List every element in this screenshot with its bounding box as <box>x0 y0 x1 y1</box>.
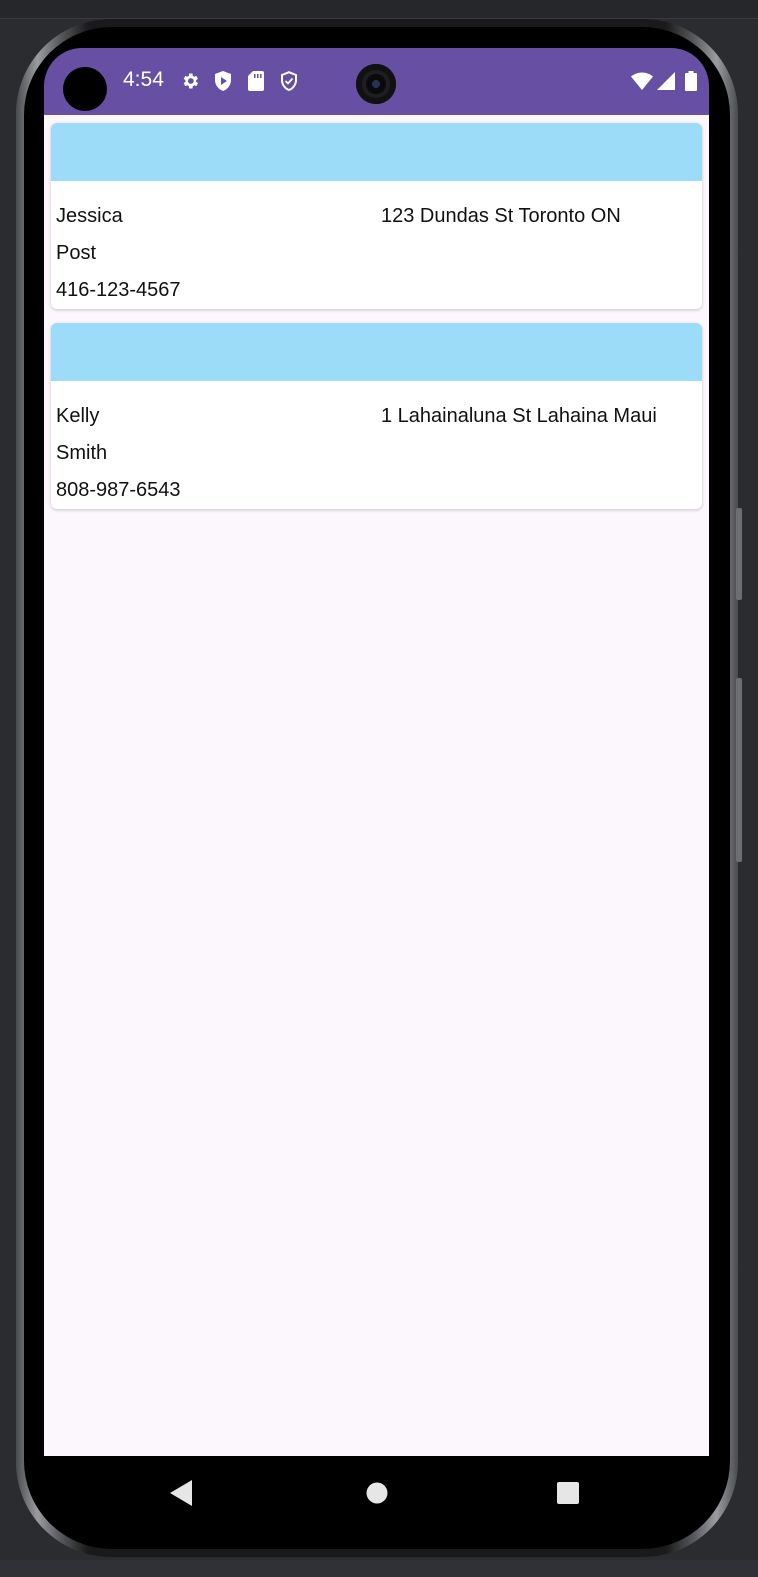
contact-card[interactable]: Jessica Post 416-123-4567 123 Dundas St … <box>51 123 702 309</box>
settings-icon <box>179 70 201 92</box>
contact-list[interactable]: Jessica Post 416-123-4567 123 Dundas St … <box>44 115 709 1456</box>
contact-card-header <box>51 123 702 181</box>
emulator-bottom-strip <box>0 1560 758 1577</box>
emulator-top-strip <box>0 0 758 19</box>
recents-icon[interactable] <box>553 1478 583 1508</box>
home-icon[interactable] <box>362 1478 392 1508</box>
contact-card-header <box>51 323 702 381</box>
back-icon[interactable] <box>167 1478 197 1508</box>
front-camera <box>356 64 396 104</box>
device-screen: 4:54 Jessica Post 416-123-4567 123 Dunda… <box>44 48 709 1528</box>
status-bar: 4:54 <box>44 48 709 115</box>
battery-icon <box>680 70 702 92</box>
contact-last-name: Smith <box>56 442 108 464</box>
power-button[interactable] <box>736 508 742 600</box>
shield-play-icon <box>212 70 234 92</box>
punch-hole <box>63 67 107 111</box>
status-time: 4:54 <box>123 68 164 91</box>
contact-phone: 416-123-4567 <box>56 279 181 301</box>
signal-icon <box>655 70 677 92</box>
contact-first-name: Jessica <box>56 205 123 227</box>
wifi-icon <box>631 70 653 92</box>
volume-button[interactable] <box>736 678 742 862</box>
navigation-bar <box>44 1456 709 1528</box>
contact-address: 1 Lahainaluna St Lahaina Maui <box>381 405 657 427</box>
contact-card[interactable]: Kelly Smith 808-987-6543 1 Lahainaluna S… <box>51 323 702 509</box>
shield-outline-icon <box>278 70 300 92</box>
sd-card-icon <box>245 70 267 92</box>
contact-first-name: Kelly <box>56 405 100 427</box>
contact-phone: 808-987-6543 <box>56 479 181 501</box>
contact-last-name: Post <box>56 242 97 264</box>
contact-address: 123 Dundas St Toronto ON <box>381 205 621 227</box>
